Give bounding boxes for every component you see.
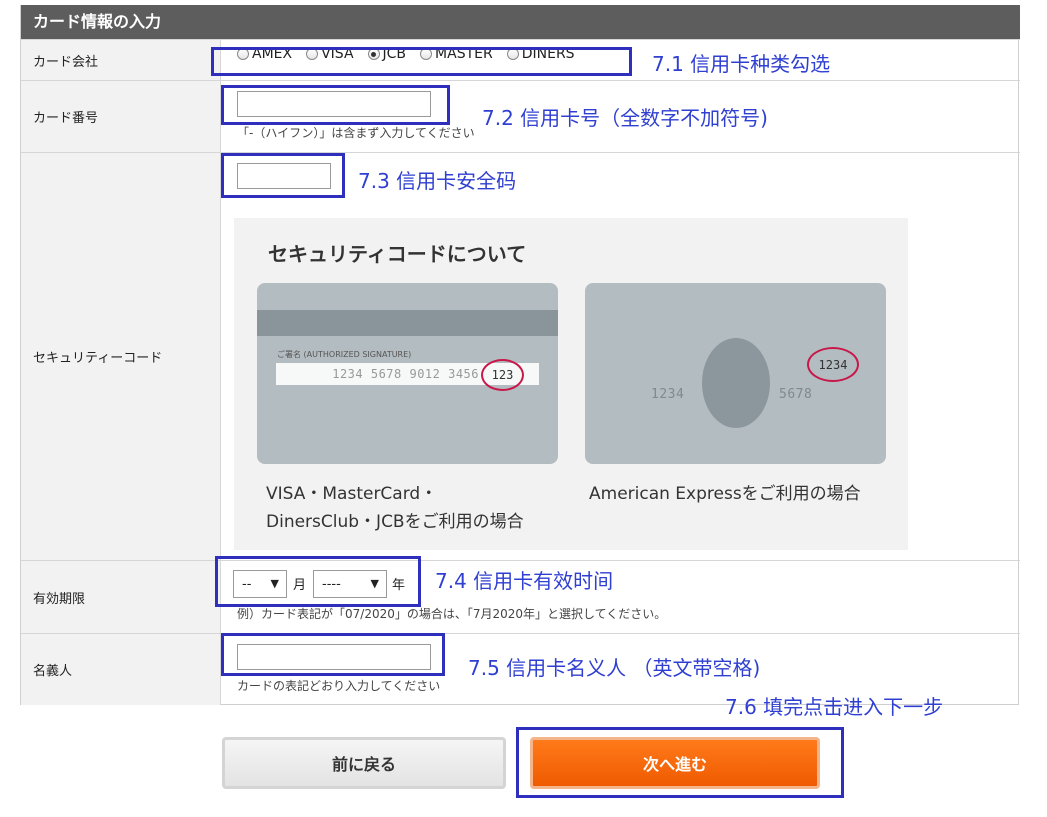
signature-label: ご署名 (AUTHORIZED SIGNATURE) <box>277 350 412 359</box>
security-code-help-panel: セキュリティコードについて ご署名 (AUTHORIZED SIGNATURE)… <box>234 218 908 550</box>
annotation-box-expiry <box>215 556 421 607</box>
amex-cvv-highlight: 1234 <box>807 347 859 382</box>
annotation-box-card-brand <box>211 47 632 76</box>
card-back-illustration: ご署名 (AUTHORIZED SIGNATURE) 1234 5678 901… <box>257 283 558 464</box>
annotation-card-brand: 7.1 信用卡种类勾选 <box>652 52 831 76</box>
amex-number-left: 1234 <box>651 387 685 402</box>
annotation-box-next <box>516 727 844 798</box>
magnetic-stripe <box>257 310 558 336</box>
annotation-card-number: 7.2 信用卡号（全数字不加符号) <box>482 106 768 130</box>
cvv-highlight: 123 <box>481 359 524 391</box>
amex-caption: American Expressをご利用の場合 <box>589 484 861 504</box>
card-back-caption-line2: DinersClub・JCBをご利用の場合 <box>266 512 524 532</box>
card-number-label: カード番号 <box>21 81 221 152</box>
annotation-box-card-number <box>221 85 450 125</box>
expiry-note: 例）カード表記が「07/2020」の場合は、「7月2020年」と選択してください… <box>237 607 667 621</box>
annotation-expiry: 7.4 信用卡有效时间 <box>435 569 614 593</box>
amex-card-illustration: 1234 1234 5678 <box>585 283 886 464</box>
annotation-security-code: 7.3 信用卡安全码 <box>358 169 517 193</box>
amex-number-right: 5678 <box>779 387 813 402</box>
card-back-caption: VISA・MasterCard・ DinersClub・JCBをご利用の場合 <box>266 480 524 536</box>
holder-label: 名義人 <box>21 634 221 705</box>
annotation-holder: 7.5 信用卡名义人 （英文带空格) <box>468 656 761 680</box>
form-header: カード情報の入力 <box>21 5 1020 39</box>
holder-note: カードの表記どおり入力してください <box>237 679 441 693</box>
annotation-box-security-code <box>221 153 345 198</box>
back-button[interactable]: 前に戻る <box>222 737 506 789</box>
security-code-label: セキュリティーコード <box>21 153 221 560</box>
amex-portrait <box>702 338 770 428</box>
card-back-caption-line1: VISA・MasterCard・ <box>266 484 438 504</box>
security-help-title: セキュリティコードについて <box>268 242 527 266</box>
card-company-label: カード会社 <box>21 40 221 80</box>
row-security-code: セキュリティーコード セキュリティコードについて ご署名 (AUTHORIZED… <box>21 152 1020 560</box>
annotation-next: 7.6 填完点击进入下一步 <box>725 695 944 719</box>
card-back-number: 1234 5678 9012 3456 <box>332 367 479 381</box>
annotation-box-holder <box>221 633 445 676</box>
expiry-label: 有効期限 <box>21 561 221 633</box>
card-number-note: 「-（ハイフン）」は含まず入力してください <box>237 126 475 140</box>
